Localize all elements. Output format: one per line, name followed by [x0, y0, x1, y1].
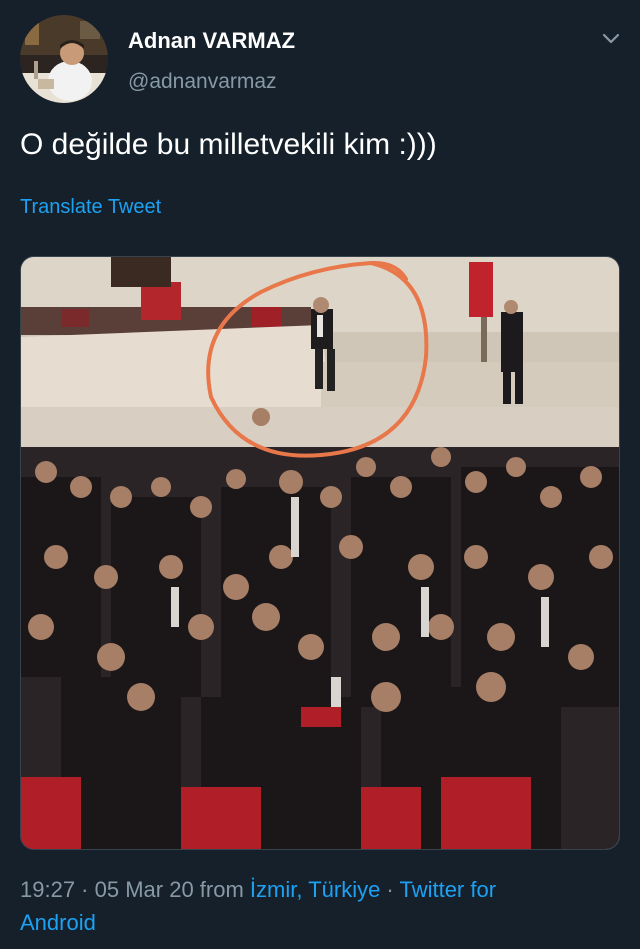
avatar[interactable] — [20, 15, 108, 103]
chevron-down-icon[interactable] — [600, 30, 622, 48]
from-label: from — [193, 877, 250, 902]
parliament-photo — [21, 257, 619, 849]
author-handle[interactable]: @adnanvarmaz — [128, 70, 277, 94]
meta-separator: · — [380, 877, 400, 902]
tweet-location-link[interactable]: İzmir, Türkiye — [250, 877, 380, 902]
source-line-1: Twitter for — [399, 877, 497, 902]
source-line-2: Android — [20, 910, 96, 935]
translate-tweet-link[interactable]: Translate Tweet — [20, 196, 161, 219]
author-display-name[interactable]: Adnan VARMAZ — [128, 28, 295, 54]
tweet-detail: Adnan VARMAZ @adnanvarmaz O değilde bu m… — [0, 0, 640, 949]
tweet-meta: 19:27 · 05 Mar 20 from İzmir, Türkiye · … — [20, 873, 620, 939]
meta-separator: · — [75, 877, 95, 902]
tweet-time[interactable]: 19:27 — [20, 877, 75, 902]
profile-photo — [20, 15, 108, 103]
tweet-text: O değilde bu milletvekili kim :))) — [20, 128, 437, 161]
tweet-photo[interactable] — [20, 256, 620, 850]
tweet-date[interactable]: 05 Mar 20 — [95, 877, 194, 902]
